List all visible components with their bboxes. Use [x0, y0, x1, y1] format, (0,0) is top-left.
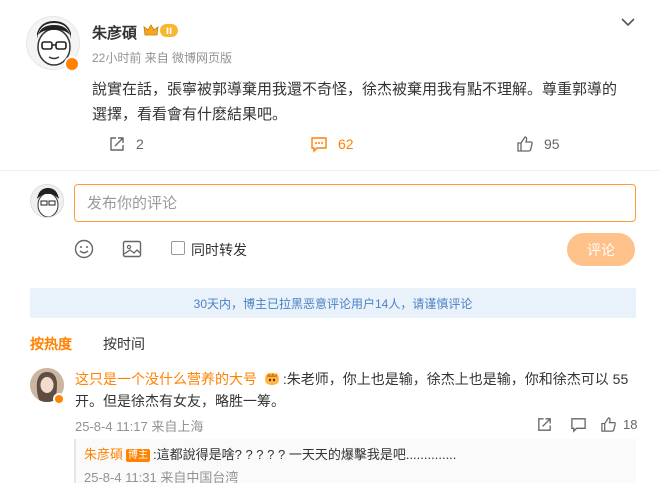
comment-text: 这只是一个没什么营养的大号 :朱老师，你上也是输，徐杰上也是输，你和徐杰可以 5… [75, 368, 635, 412]
verified-badge-icon [64, 56, 80, 72]
comment-repost-icon[interactable] [536, 414, 553, 434]
comment-input[interactable] [74, 184, 636, 222]
comment-count: 62 [338, 136, 354, 152]
reply-body: :這都說得是啥? ? ? ? ? 一天天的爆擊我是吧.............. [153, 447, 457, 462]
tab-sort-hot[interactable]: 按热度 [30, 334, 72, 354]
comment-icon [311, 137, 327, 153]
vip-badge-icon[interactable]: II [142, 22, 180, 39]
reply-author[interactable]: 朱彦碩 [84, 447, 123, 462]
author-name[interactable]: 朱彦碩 [92, 22, 137, 43]
svg-text:II: II [166, 27, 172, 37]
emoji-icon[interactable] [73, 238, 95, 260]
comment-reply-icon[interactable] [570, 414, 587, 434]
author-tag: 博主 [126, 449, 151, 462]
blocklist-notice: 30天内，博主已拉黑恶意评论用户14人，请谨慎评论 [30, 288, 636, 318]
post-text: 說實在話，張寧被郭導棄用我還不奇怪，徐杰被棄用我有點不理解。尊重郭導的選擇，看看… [92, 81, 618, 123]
comment-meta: 25-8-4 11:17 来自上海 [75, 419, 204, 434]
send-comment-button[interactable]: 评论 [567, 233, 635, 266]
repost-button[interactable]: 2 [108, 133, 144, 155]
comment-like-count: 18 [623, 416, 638, 432]
like-button[interactable]: 95 [516, 133, 560, 155]
reply-text: 朱彦碩 博主:這都說得是啥? ? ? ? ? 一天天的爆擊我是吧.........… [84, 444, 456, 463]
post-source: 来自 微博网页版 [144, 51, 233, 65]
commenter-name[interactable]: 这只是一个没什么营养的大号 [75, 371, 257, 387]
also-repost-checkbox[interactable] [171, 241, 185, 255]
image-icon[interactable] [121, 238, 143, 260]
comment-like-button[interactable]: 18 [600, 414, 637, 434]
post-meta: 22小时前 来自 微博网页版 [92, 49, 232, 66]
thumbs-up-icon [517, 136, 533, 152]
post-time[interactable]: 22小时前 [92, 51, 141, 65]
verified-badge-icon [53, 393, 65, 405]
repost-count: 2 [136, 136, 144, 152]
tab-sort-time[interactable]: 按时间 [103, 334, 145, 354]
my-avatar[interactable] [30, 184, 64, 218]
repost-icon [110, 137, 124, 151]
fan-badge-icon [263, 371, 281, 387]
comment-button[interactable]: 62 [310, 133, 354, 155]
chevron-down-icon[interactable] [619, 15, 637, 29]
also-repost-label[interactable]: 同时转发 [191, 240, 247, 260]
like-count: 95 [544, 136, 560, 152]
reply-meta: 25-8-4 11:31 来自中国台湾 [84, 470, 239, 483]
thumbs-up-icon [601, 416, 616, 432]
divider [0, 170, 660, 171]
